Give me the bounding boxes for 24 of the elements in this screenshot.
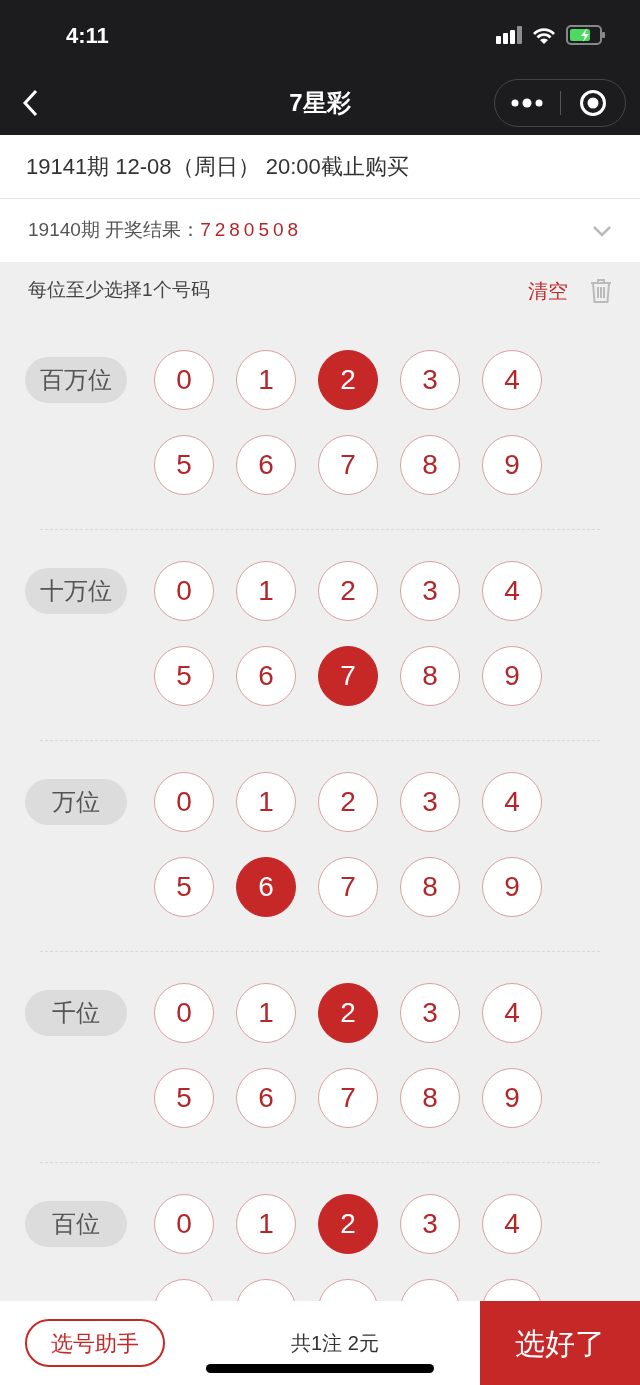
clear-link[interactable]: 清空	[528, 275, 568, 306]
position-label: 万位	[25, 779, 127, 825]
trash-icon[interactable]	[590, 277, 612, 304]
result-numbers: 7280508	[200, 218, 303, 243]
helper-button[interactable]: 选号助手	[25, 1319, 165, 1367]
draw-info: 19141期 12-08（周日） 20:00截止购买	[26, 153, 409, 181]
position-label: 百万位	[25, 357, 127, 403]
confirm-button[interactable]: 选好了	[480, 1301, 640, 1385]
order-summary: 共1注 2元	[291, 1331, 379, 1356]
result-row[interactable]: 19140期 开奖结果：7280508	[0, 199, 640, 262]
more-icon[interactable]	[511, 97, 544, 108]
status-time: 4:11	[66, 21, 109, 50]
position-label: 千位	[25, 990, 127, 1036]
chevron-down-icon[interactable]	[592, 224, 612, 237]
back-icon[interactable]	[22, 88, 38, 117]
page-title: 7星彩	[289, 87, 351, 118]
position-label: 百位	[25, 1201, 127, 1247]
result-label: 19140期 开奖结果：	[28, 218, 201, 243]
wifi-icon	[532, 26, 556, 44]
close-target-icon[interactable]	[578, 88, 607, 117]
signal-icon	[496, 26, 522, 44]
battery-icon	[566, 25, 606, 45]
hint-text: 每位至少选择1个号码	[28, 278, 210, 303]
position-label: 十万位	[25, 568, 127, 614]
